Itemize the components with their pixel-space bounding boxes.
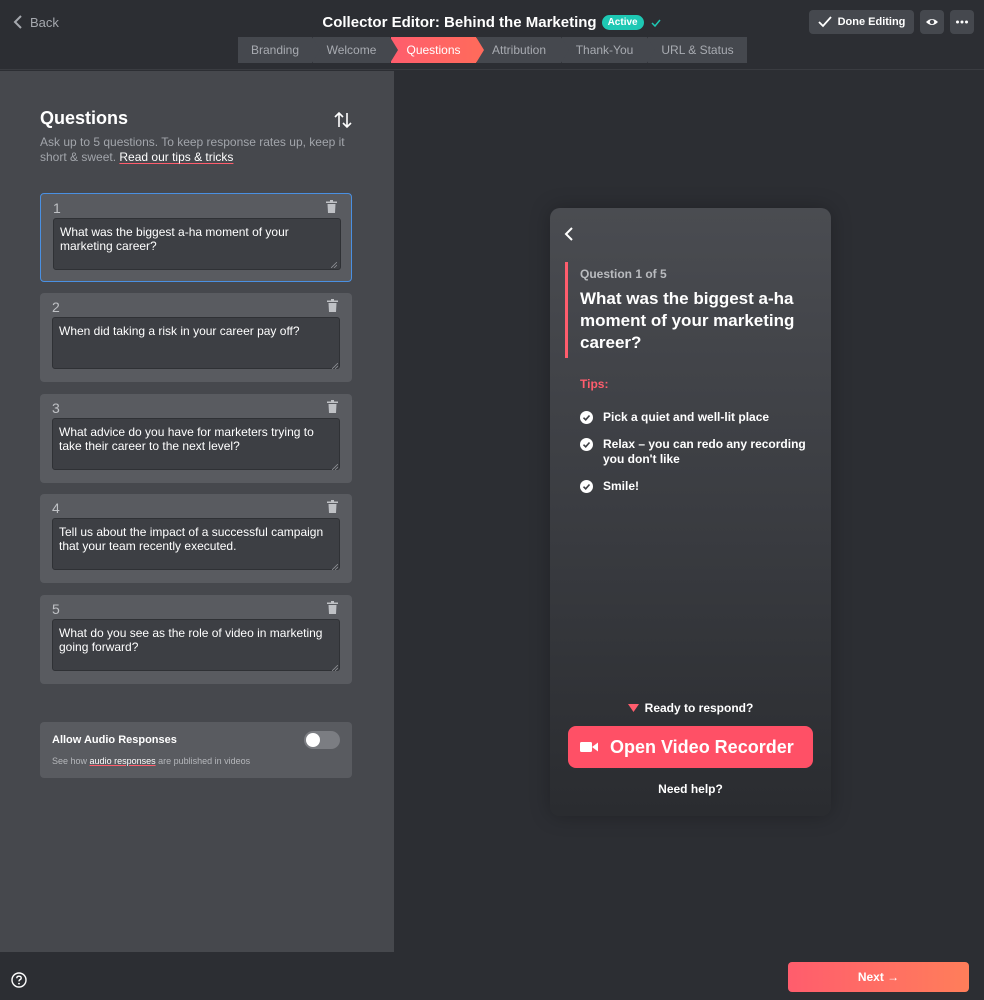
top-bar: Back Collector Editor: Behind the Market…: [0, 0, 984, 70]
back-button[interactable]: Back: [12, 14, 59, 30]
question-number: 1: [53, 200, 61, 216]
bottom-bar: Next →: [0, 952, 984, 1000]
question-number: 5: [52, 601, 60, 617]
check-circle-icon: [580, 411, 593, 424]
question-number: 3: [52, 400, 60, 416]
question-input-2[interactable]: When did taking a risk in your career pa…: [52, 317, 340, 369]
audio-responses-toggle[interactable]: [304, 731, 340, 749]
resize-handle-icon[interactable]: [331, 262, 337, 268]
step-nav: Branding Welcome Questions Attribution T…: [238, 37, 747, 63]
check-circle-icon: [580, 480, 593, 493]
question-input-4[interactable]: Tell us about the impact of a successful…: [52, 518, 340, 570]
check-circle-icon: [580, 438, 593, 451]
question-card-1[interactable]: 1 What was the biggest a-ha moment of yo…: [40, 193, 352, 282]
questions-heading: Questions: [40, 108, 129, 128]
tip-item: Pick a quiet and well-lit place: [580, 410, 810, 425]
resize-handle-icon[interactable]: [332, 665, 338, 671]
question-number: 2: [52, 299, 60, 315]
trash-icon[interactable]: [327, 299, 338, 312]
trash-icon[interactable]: [327, 500, 338, 513]
more-icon: [956, 20, 968, 24]
toggle-knob: [306, 733, 320, 747]
step-thank-you[interactable]: Thank-You: [561, 37, 655, 63]
preview-button[interactable]: [920, 10, 944, 34]
chevron-left-icon[interactable]: [564, 226, 574, 242]
triangle-down-icon: [627, 704, 639, 712]
back-label: Back: [30, 14, 59, 30]
question-counter: Question 1 of 5: [580, 267, 667, 281]
question-card-4[interactable]: 4 Tell us about the impact of a successf…: [40, 494, 352, 583]
done-editing-button[interactable]: Done Editing: [809, 10, 914, 34]
eye-icon: [926, 19, 938, 25]
tips-link[interactable]: Read our tips & tricks: [119, 150, 233, 164]
more-options-button[interactable]: [950, 10, 974, 34]
audio-responses-link[interactable]: audio responses: [90, 756, 156, 766]
done-editing-label: Done Editing: [837, 16, 906, 28]
trash-icon[interactable]: [327, 601, 338, 614]
step-welcome[interactable]: Welcome: [312, 37, 398, 63]
page-title: Collector Editor: Behind the Marketing: [322, 14, 597, 31]
question-card-3[interactable]: 3 What advice do you have for marketers …: [40, 394, 352, 483]
check-icon: [651, 19, 661, 27]
questions-description: Ask up to 5 questions. To keep response …: [40, 135, 345, 164]
step-attribution[interactable]: Attribution: [476, 37, 569, 63]
chevron-left-icon: [13, 15, 22, 29]
step-branding[interactable]: Branding: [238, 37, 320, 63]
question-number: 4: [52, 500, 60, 516]
audio-responses-title: Allow Audio Responses: [52, 734, 177, 746]
need-help-link[interactable]: Need help?: [550, 782, 831, 796]
video-camera-icon: [580, 742, 598, 752]
audio-responses-card: Allow Audio Responses See how audio resp…: [40, 722, 352, 778]
question-accent-bar: [565, 262, 568, 358]
questions-panel: Questions Ask up to 5 questions. To keep…: [0, 71, 394, 952]
question-input-1[interactable]: What was the biggest a-ha moment of your…: [53, 218, 341, 270]
question-input-3[interactable]: What advice do you have for marketers tr…: [52, 418, 340, 470]
trash-icon[interactable]: [327, 400, 338, 413]
audio-responses-subtext: See how audio responses are published in…: [52, 756, 251, 766]
trash-icon[interactable]: [326, 200, 337, 213]
ready-prompt: Ready to respond?: [550, 701, 831, 715]
help-icon[interactable]: [11, 972, 27, 988]
preview-question: What was the biggest a-ha moment of your…: [580, 289, 795, 352]
question-card-2[interactable]: 2 When did taking a risk in your career …: [40, 293, 352, 382]
tips-label: Tips:: [580, 377, 609, 391]
sort-icon[interactable]: [333, 111, 353, 129]
question-card-5[interactable]: 5 What do you see as the role of video i…: [40, 595, 352, 684]
tip-item: Smile!: [580, 479, 810, 494]
open-video-recorder-button[interactable]: Open Video Recorder: [568, 726, 813, 768]
tip-item: Relax – you can redo any recording you d…: [580, 437, 810, 467]
step-url-status[interactable]: URL & Status: [647, 37, 747, 63]
resize-handle-icon[interactable]: [332, 363, 338, 369]
respondent-preview: Question 1 of 5 What was the biggest a-h…: [550, 208, 831, 816]
resize-handle-icon[interactable]: [332, 464, 338, 470]
status-badge: Active: [601, 15, 644, 30]
resize-handle-icon[interactable]: [332, 564, 338, 570]
next-button[interactable]: Next →: [788, 962, 969, 992]
step-questions[interactable]: Questions: [390, 37, 484, 63]
question-input-5[interactable]: What do you see as the role of video in …: [52, 619, 340, 671]
check-icon: [817, 16, 832, 28]
